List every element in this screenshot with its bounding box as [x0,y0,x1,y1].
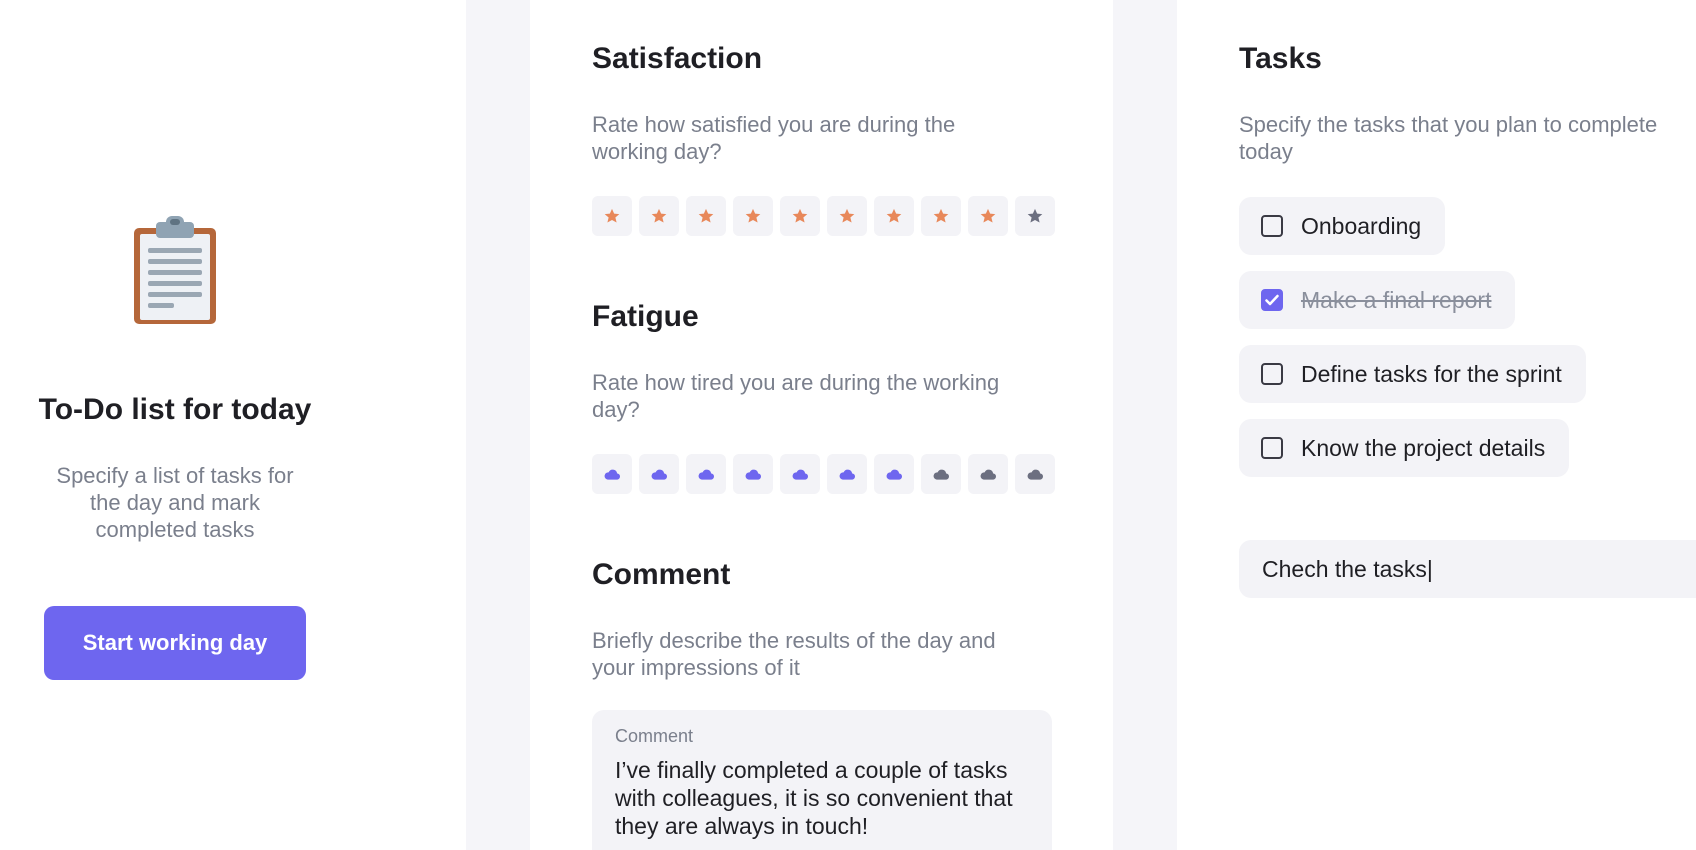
cloud-icon [698,469,714,480]
cloud-icon [980,469,996,480]
rating-option-selected[interactable] [874,454,914,494]
rating-option-selected[interactable] [733,454,773,494]
task-item[interactable]: Onboarding [1239,197,1446,255]
rating-option-selected[interactable] [874,196,914,236]
intro-title: To-Do list for today [38,393,312,426]
task-item[interactable]: Make a final report [1239,271,1516,329]
intro-subtitle: Specify a list of tasks for the day and … [56,463,294,542]
cloud-icon [651,469,667,480]
star-icon [839,208,855,223]
fatigue-description: Rate how tired you are during the workin… [592,370,1000,422]
cloud-icon [1027,469,1043,480]
star-icon [745,208,761,223]
comment-title: Comment [592,558,731,591]
satisfaction-rating [592,196,1055,236]
star-icon [886,208,902,223]
cloud-icon [933,469,949,480]
day-review-card: Satisfaction Rate how satisfied you are … [530,0,1113,850]
cloud-icon [886,469,902,480]
task-checkbox[interactable] [1261,363,1283,385]
rating-option-selected[interactable] [827,196,867,236]
cloud-icon [839,469,855,480]
star-icon [1027,208,1043,223]
task-item[interactable]: Define tasks for the sprint [1239,345,1586,403]
tasks-card: Tasks Specify the tasks that you plan to… [1177,0,1696,850]
rating-option[interactable] [968,454,1008,494]
task-item[interactable]: Know the project details [1239,419,1570,477]
star-icon [604,208,620,223]
task-label: Know the project details [1301,434,1546,461]
checkmark-icon [1265,294,1279,306]
rating-option-selected[interactable] [780,454,820,494]
comment-text[interactable]: I’ve finally completed a couple of tasks… [615,756,1035,840]
task-label: Make a final report [1301,286,1492,313]
fatigue-rating [592,454,1055,494]
rating-option-selected[interactable] [686,454,726,494]
intro-screen: To-Do list for today Specify a list of t… [0,0,350,850]
comment-field-label: Comment [615,726,694,746]
cloud-icon [604,469,620,480]
new-task-input[interactable] [1239,540,1696,598]
star-icon [933,208,949,223]
task-checkbox-checked[interactable] [1261,289,1283,311]
star-icon [980,208,996,223]
panel-separator [1113,0,1177,850]
rating-option[interactable] [1015,454,1055,494]
rating-option-selected[interactable] [592,196,632,236]
panel-separator [466,0,530,850]
rating-option-selected[interactable] [921,196,961,236]
task-label: Onboarding [1301,212,1422,239]
tasks-title: Tasks [1239,42,1322,75]
satisfaction-description: Rate how satisfied you are during the wo… [592,112,956,164]
star-icon [651,208,667,223]
tasks-description: Specify the tasks that you plan to compl… [1239,112,1658,164]
rating-option-selected[interactable] [780,196,820,236]
rating-option-selected[interactable] [968,196,1008,236]
rating-option[interactable] [1015,196,1055,236]
task-label: Define tasks for the sprint [1301,360,1562,387]
star-icon [792,208,808,223]
task-checkbox[interactable] [1261,215,1283,237]
start-working-day-button[interactable]: Start working day [44,606,306,680]
satisfaction-title: Satisfaction [592,42,763,75]
rating-option-selected[interactable] [827,454,867,494]
fatigue-title: Fatigue [592,300,699,333]
comment-field[interactable]: Comment I’ve finally completed a couple … [592,710,1052,850]
cloud-icon [792,469,808,480]
rating-option-selected[interactable] [733,196,773,236]
clipboard-icon [134,216,216,324]
rating-option-selected[interactable] [639,196,679,236]
rating-option-selected[interactable] [639,454,679,494]
star-icon [698,208,714,223]
rating-option-selected[interactable] [592,454,632,494]
cloud-icon [745,469,761,480]
rating-option-selected[interactable] [686,196,726,236]
rating-option[interactable] [921,454,961,494]
task-checkbox[interactable] [1261,437,1283,459]
comment-description: Briefly describe the results of the day … [592,628,996,680]
